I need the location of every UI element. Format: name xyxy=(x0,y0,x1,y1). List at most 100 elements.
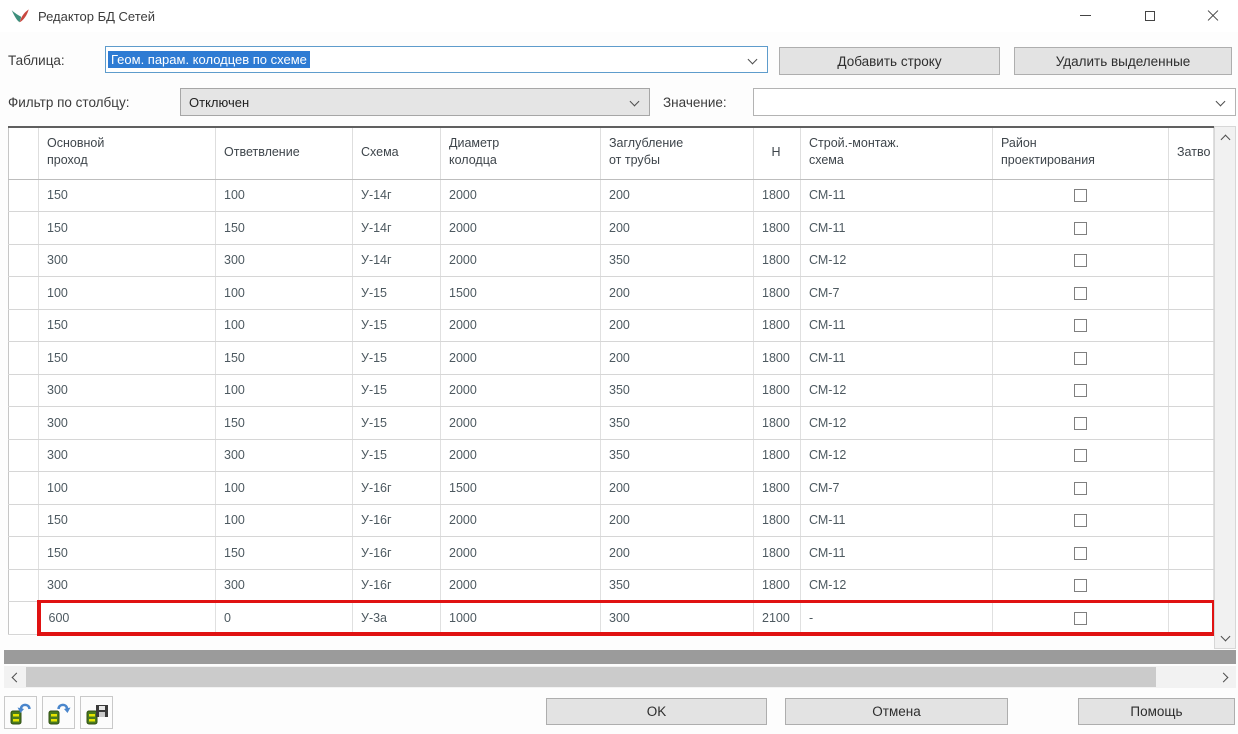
save-button[interactable] xyxy=(80,696,113,729)
table-cell[interactable]: 300 xyxy=(601,602,754,635)
table-row[interactable]: 300150У-1520003501800СМ-12 xyxy=(9,407,1214,440)
table-cell[interactable]: 1800 xyxy=(754,569,801,602)
table-cell[interactable]: 300 xyxy=(216,569,353,602)
table-cell[interactable]: 1800 xyxy=(754,179,801,212)
table-row[interactable]: 300300У-16г20003501800СМ-12 xyxy=(9,569,1214,602)
district-checkbox[interactable] xyxy=(1074,612,1087,625)
table-cell[interactable]: 300 xyxy=(39,244,216,277)
row-selector-cell[interactable] xyxy=(9,504,39,537)
table-cell[interactable] xyxy=(1169,504,1214,537)
scroll-right-button[interactable] xyxy=(1215,666,1236,688)
table-cell[interactable]: 600 xyxy=(39,602,216,635)
table-cell[interactable]: 1800 xyxy=(754,277,801,310)
table-cell[interactable] xyxy=(1169,407,1214,440)
help-button[interactable]: Помощь xyxy=(1078,698,1235,725)
table-cell[interactable]: У-15 xyxy=(353,309,441,342)
table-cell[interactable]: 1800 xyxy=(754,374,801,407)
table-cell[interactable]: 200 xyxy=(601,537,754,570)
table-cell[interactable]: СМ-7 xyxy=(801,277,993,310)
minimize-button[interactable] xyxy=(1062,0,1108,31)
table-cell[interactable]: 1800 xyxy=(754,212,801,245)
column-header[interactable]: H xyxy=(754,127,801,179)
table-cell[interactable] xyxy=(1169,602,1214,635)
cancel-button[interactable]: Отмена xyxy=(785,698,1008,725)
table-cell[interactable]: 2000 xyxy=(441,244,601,277)
table-cell[interactable] xyxy=(1169,277,1214,310)
table-cell[interactable]: У-15 xyxy=(353,277,441,310)
table-cell[interactable]: 150 xyxy=(216,212,353,245)
table-cell[interactable]: 150 xyxy=(216,342,353,375)
table-cell[interactable]: У-16г xyxy=(353,537,441,570)
table-row[interactable]: 150100У-14г20002001800СМ-11 xyxy=(9,179,1214,212)
table-cell[interactable]: 150 xyxy=(39,342,216,375)
table-cell[interactable]: 350 xyxy=(601,374,754,407)
delete-selected-button[interactable]: Удалить выделенные xyxy=(1014,47,1232,75)
table-cell[interactable]: 1500 xyxy=(441,472,601,505)
table-cell[interactable]: 350 xyxy=(601,439,754,472)
table-cell[interactable]: 300 xyxy=(39,374,216,407)
table-cell[interactable]: 300 xyxy=(39,439,216,472)
district-checkbox[interactable] xyxy=(1074,352,1087,365)
redo-button[interactable] xyxy=(42,696,75,729)
table-cell[interactable]: 2000 xyxy=(441,374,601,407)
table-cell[interactable]: - xyxy=(801,602,993,635)
table-cell[interactable]: 200 xyxy=(601,179,754,212)
table-cell[interactable]: У-16г xyxy=(353,569,441,602)
table-cell[interactable] xyxy=(1169,374,1214,407)
table-cell[interactable]: 200 xyxy=(601,342,754,375)
row-selector-cell[interactable] xyxy=(9,244,39,277)
district-checkbox[interactable] xyxy=(1074,222,1087,235)
table-cell[interactable]: У-16г xyxy=(353,504,441,537)
table-cell[interactable]: У-15 xyxy=(353,439,441,472)
ok-button[interactable]: OK xyxy=(546,698,767,725)
table-cell[interactable]: СМ-12 xyxy=(801,374,993,407)
table-cell[interactable]: 2000 xyxy=(441,504,601,537)
district-checkbox[interactable] xyxy=(1074,482,1087,495)
table-cell[interactable] xyxy=(1169,569,1214,602)
horizontal-scroll-thumb[interactable] xyxy=(26,667,1156,687)
maximize-button[interactable] xyxy=(1127,0,1173,31)
table-row[interactable]: 150150У-16г20002001800СМ-11 xyxy=(9,537,1214,570)
table-cell[interactable]: 150 xyxy=(216,407,353,440)
district-checkbox[interactable] xyxy=(1074,189,1087,202)
table-cell[interactable]: 1800 xyxy=(754,407,801,440)
table-cell[interactable]: У-14г xyxy=(353,244,441,277)
table-cell[interactable]: 2000 xyxy=(441,407,601,440)
column-header[interactable]: Строй.-монтаж. схема xyxy=(801,127,993,179)
table-cell[interactable]: 100 xyxy=(216,277,353,310)
table-cell[interactable]: СМ-12 xyxy=(801,244,993,277)
table-cell[interactable]: 100 xyxy=(216,472,353,505)
table-cell[interactable] xyxy=(1169,342,1214,375)
table-row[interactable]: 150100У-1520002001800СМ-11 xyxy=(9,309,1214,342)
table-cell[interactable]: 1500 xyxy=(441,277,601,310)
table-cell[interactable]: 200 xyxy=(601,472,754,505)
row-selector-cell[interactable] xyxy=(9,537,39,570)
table-cell[interactable]: 100 xyxy=(216,504,353,537)
table-cell[interactable]: 350 xyxy=(601,569,754,602)
row-selector-cell[interactable] xyxy=(9,472,39,505)
table-cell[interactable]: 2000 xyxy=(441,439,601,472)
column-header[interactable]: Диаметр колодца xyxy=(441,127,601,179)
row-selector-cell[interactable] xyxy=(9,342,39,375)
table-cell[interactable]: У-3а xyxy=(353,602,441,635)
district-checkbox[interactable] xyxy=(1074,254,1087,267)
table-cell[interactable]: СМ-7 xyxy=(801,472,993,505)
table-cell[interactable]: 150 xyxy=(39,504,216,537)
filter-select[interactable]: Отключен xyxy=(180,88,650,116)
column-header[interactable]: Основной проход xyxy=(39,127,216,179)
table-cell[interactable]: 150 xyxy=(39,212,216,245)
column-header[interactable]: Район проектирования xyxy=(993,127,1169,179)
table-cell[interactable]: 150 xyxy=(39,309,216,342)
table-row[interactable]: 300300У-1520003501800СМ-12 xyxy=(9,439,1214,472)
table-cell[interactable]: 1800 xyxy=(754,342,801,375)
table-cell[interactable] xyxy=(1169,244,1214,277)
close-button[interactable] xyxy=(1190,0,1236,31)
table-cell[interactable]: СМ-11 xyxy=(801,212,993,245)
table-cell[interactable]: СМ-11 xyxy=(801,342,993,375)
table-cell[interactable]: СМ-11 xyxy=(801,179,993,212)
district-checkbox[interactable] xyxy=(1074,287,1087,300)
column-header[interactable]: Схема xyxy=(353,127,441,179)
table-cell[interactable]: 150 xyxy=(39,537,216,570)
table-cell[interactable]: У-15 xyxy=(353,374,441,407)
row-selector-cell[interactable] xyxy=(9,569,39,602)
